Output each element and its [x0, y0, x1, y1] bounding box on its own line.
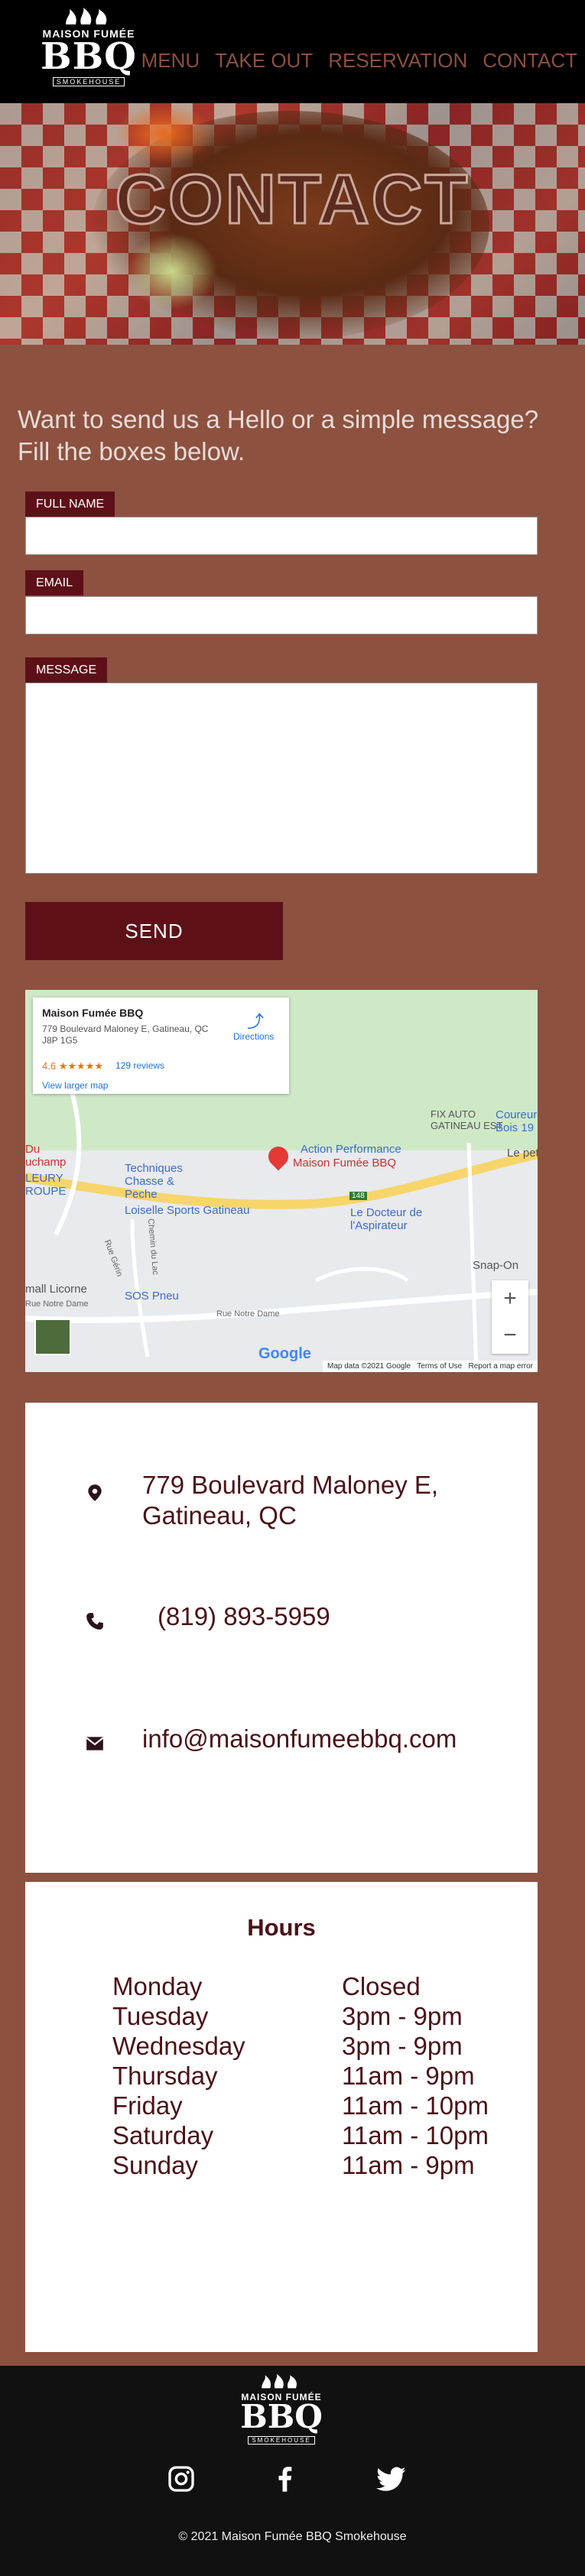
map-stars: ★★★★★	[58, 1060, 103, 1072]
footer-brand-line2: BBQ	[240, 2398, 323, 2435]
map-label: LEURY ROUPE	[25, 1172, 67, 1198]
map-label: Loiselle Sports Gatineau	[125, 1204, 250, 1217]
map-label: SOS Pneu	[125, 1290, 179, 1303]
brand-line3: SMOKEHOUSE	[52, 77, 125, 86]
phone-number[interactable]: (819) 893-5959	[158, 1601, 330, 1632]
google-logo: Google	[258, 1345, 311, 1362]
map-route-badge: 148	[349, 1192, 367, 1200]
nav-contact[interactable]: CONTACT	[483, 49, 577, 73]
hours-time: 11am - 10pm	[342, 2091, 489, 2120]
map-label: Le Docteur de l'Aspirateur	[350, 1206, 423, 1232]
hours-day: Tuesday	[112, 2002, 209, 2030]
map-info-card: Maison Fumée BBQ 779 Boulevard Maloney E…	[33, 998, 289, 1094]
map-footer: Map data ©2021 Google Terms of Use Repor…	[322, 1361, 538, 1372]
satellite-toggle[interactable]	[34, 1319, 71, 1355]
full-name-label: FULL NAME	[25, 492, 115, 517]
hours-time: 11am - 9pm	[342, 2062, 475, 2090]
email-address[interactable]: info@maisonfumeebbq.com	[142, 1724, 457, 1754]
hours-time: 3pm - 9pm	[342, 2002, 463, 2030]
email-input[interactable]	[25, 596, 538, 634]
hours-time: 11am - 10pm	[342, 2121, 489, 2149]
map-label: Coureur Bois 19	[496, 1108, 538, 1134]
full-name-input[interactable]	[25, 517, 538, 555]
map-label: Action Performance	[301, 1143, 401, 1156]
hours-time: 3pm - 9pm	[342, 2032, 463, 2060]
hero-banner: CONTACT	[0, 103, 585, 345]
message-label: MESSAGE	[25, 657, 108, 683]
hours-day: Thursday	[112, 2062, 218, 2090]
brand-line2: BBQ	[41, 35, 137, 78]
map-terms-link[interactable]: Terms of Use	[417, 1362, 462, 1371]
map-label: Du uchamp	[25, 1143, 67, 1169]
hours-day: Saturday	[112, 2121, 214, 2149]
google-map[interactable]: Maison Fumée BBQ 779 Boulevard Maloney E…	[25, 990, 538, 1372]
hours-day: Monday	[112, 1972, 203, 2000]
map-road-label: Rue Notre Dame	[25, 1299, 89, 1309]
map-zoom-controls: + −	[492, 1280, 528, 1354]
hours-time: 11am - 9pm	[342, 2151, 475, 2179]
footer-logo[interactable]: MAISON FUMÉE BBQ SMOKEHOUSE	[232, 2373, 331, 2446]
hours-card: Hours Monday Closed Tuesday 3pm - 9pm Wedn…	[25, 1882, 538, 2352]
lettuce-image	[126, 233, 218, 310]
form-intro: Want to send us a Hello or a simple mess…	[18, 405, 539, 466]
send-button[interactable]: SEND	[25, 902, 283, 960]
map-directions-link[interactable]: Directions	[233, 1031, 274, 1042]
contact-card: 779 Boulevard Maloney E, Gatineau, QC (8…	[25, 1403, 538, 1873]
hours-day: Wednesday	[112, 2032, 245, 2060]
location-pin-icon	[88, 1484, 102, 1501]
twitter-icon[interactable]	[376, 2464, 407, 2494]
mail-icon	[86, 1737, 104, 1750]
nav-menu[interactable]: MENU	[141, 49, 200, 73]
map-road-label: Rue Notre Dame	[216, 1309, 280, 1319]
map-rating-value: 4.6	[42, 1060, 57, 1072]
top-nav: MAISON FUMÉE BBQ SMOKEHOUSE MENU TAKE OU…	[0, 0, 585, 103]
hours-time: Closed	[342, 1972, 421, 2000]
map-rating: 4.6 ★★★★★	[42, 1060, 103, 1072]
page-title: CONTACT	[114, 160, 470, 240]
directions-icon[interactable]: ⤴	[247, 1008, 264, 1033]
address-line1: 779 Boulevard Maloney E,	[142, 1471, 439, 1499]
map-data-credit: Map data ©2021 Google	[327, 1362, 411, 1371]
map-place-name: Maison Fumée BBQ	[42, 1007, 144, 1019]
map-label: mall Licorne	[25, 1283, 87, 1296]
flame-icon	[262, 2373, 297, 2389]
main-menu: MENU TAKE OUT RESERVATION CONTACT	[141, 49, 577, 73]
map-label: Le petit c	[507, 1147, 538, 1160]
map-report-link[interactable]: Report a map error	[469, 1362, 533, 1371]
nav-take-out[interactable]: TAKE OUT	[215, 49, 313, 73]
carrot-image	[115, 103, 214, 164]
phone-icon	[86, 1613, 103, 1630]
site-footer: MAISON FUMÉE BBQ SMOKEHOUSE © 2021 Maiso…	[0, 2366, 585, 2576]
message-textarea[interactable]	[25, 683, 538, 874]
map-address: 779 Boulevard Maloney E, Gatineau, QC J8…	[42, 1024, 209, 1046]
copyright: © 2021 Maison Fumée BBQ Smokehouse	[178, 2530, 407, 2543]
flame-icon	[66, 8, 107, 24]
hours-day: Sunday	[112, 2151, 198, 2179]
map-larger-link[interactable]: View larger map	[42, 1080, 108, 1091]
map-label: Techniques Chasse & Peche	[125, 1162, 183, 1201]
email-label: EMAIL	[25, 570, 84, 595]
map-label: Maison Fumée BBQ	[293, 1157, 397, 1170]
hours-title: Hours	[247, 1914, 316, 1941]
nav-reservation[interactable]: RESERVATION	[328, 49, 467, 73]
instagram-icon[interactable]	[166, 2464, 197, 2494]
zoom-out-button[interactable]: −	[492, 1317, 528, 1354]
map-label: Snap-On	[473, 1259, 519, 1272]
footer-brand-line3: SMOKEHOUSE	[248, 2436, 315, 2445]
map-reviews-link[interactable]: 129 reviews	[115, 1060, 164, 1071]
facebook-icon[interactable]	[269, 2464, 300, 2494]
brand-logo[interactable]: MAISON FUMÉE BBQ SMOKEHOUSE	[35, 8, 142, 92]
zoom-in-button[interactable]: +	[492, 1280, 528, 1317]
address-line2: Gatineau, QC	[142, 1501, 297, 1530]
hours-day: Friday	[112, 2091, 183, 2120]
